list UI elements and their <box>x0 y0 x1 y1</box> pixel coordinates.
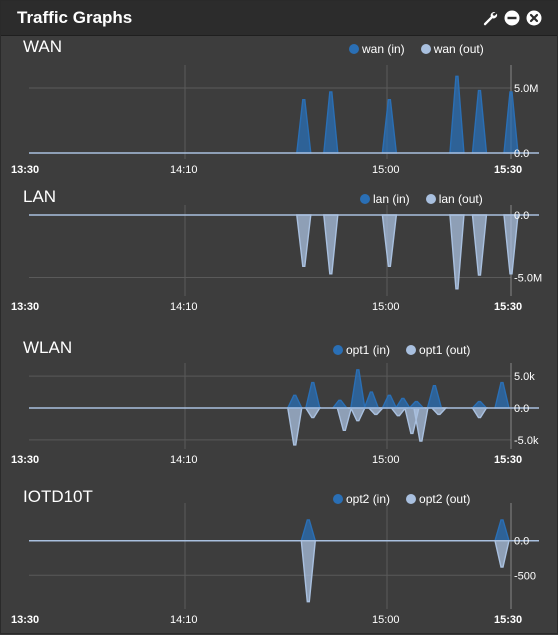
series-in-peak <box>286 394 303 409</box>
series-out-peak <box>413 407 429 442</box>
series-in-peak <box>503 91 519 154</box>
series-out-peak <box>323 214 339 275</box>
y-tick-label: 0.0 <box>514 403 529 415</box>
x-tick-label: 13:30 <box>11 164 39 176</box>
series-out-peak <box>471 407 488 419</box>
legend-item-in[interactable]: opt2 (in) <box>333 492 390 506</box>
x-tick-label: 14:10 <box>170 164 198 176</box>
graph-iotd10t: 0.0 -500 13:30 14:10 15:00 15:30 IOTD10T opt2… <box>1 485 557 635</box>
y-tick-label: 0.0 <box>514 536 529 548</box>
y-tick-label: -5.0k <box>514 435 539 447</box>
chart-iotd10t: 0.0 -500 13:30 14:10 15:00 15:30 <box>11 503 539 626</box>
series-out-peak <box>381 214 398 267</box>
series-out-peak <box>300 539 317 603</box>
series-in-peak <box>363 391 380 409</box>
series-in-peak <box>407 400 426 409</box>
series-out-peak <box>304 407 322 419</box>
legend-out-swatch <box>406 345 417 355</box>
series-in-peak <box>381 99 398 154</box>
x-tick-label: 13:30 <box>11 454 39 466</box>
series-out-peak <box>349 407 366 422</box>
graph-lan: 0.0 -5.0M 13:30 14:10 15:00 15:30 LAN lan (in… <box>1 185 557 335</box>
series-out-peak <box>503 214 519 275</box>
legend-item-in[interactable]: opt1 (in) <box>333 343 390 357</box>
legend-out-swatch <box>425 194 436 204</box>
panel-tools <box>481 9 543 27</box>
legend-in-swatch <box>333 345 343 355</box>
legend-item-out[interactable]: lan (out) <box>425 192 483 206</box>
chart-wlan: 5.0k 0.0 -5.0k 13:30 14:10 15:00 15:30 <box>11 363 539 466</box>
x-tick-label: 14:10 <box>170 454 198 466</box>
close-icon[interactable] <box>525 9 543 27</box>
x-tick-label: 15:30 <box>494 614 522 626</box>
series-out-peak <box>389 407 407 417</box>
legend-item-in[interactable]: wan (in) <box>349 42 405 56</box>
legend-in-swatch <box>349 44 359 54</box>
x-tick-label: 15:00 <box>372 301 400 313</box>
x-tick-label: 15:30 <box>494 164 522 176</box>
y-tick-label: 0.0 <box>514 210 529 222</box>
graph-title: WLAN <box>23 338 73 357</box>
series-out-peak <box>367 407 385 416</box>
series-in-peak <box>426 385 443 409</box>
series-out-peak <box>494 539 510 568</box>
series-in-peak <box>394 397 412 409</box>
x-tick-label: 14:10 <box>170 301 198 313</box>
legend: wan (in) wan (out) <box>349 42 484 56</box>
legend-item-out[interactable]: opt1 (out) <box>406 343 470 357</box>
series-in-peak <box>381 394 398 409</box>
series-in-peak <box>470 400 489 409</box>
legend-in-swatch <box>333 494 343 504</box>
chart-lan: 0.0 -5.0M 13:30 14:10 15:00 15:30 <box>11 205 542 313</box>
series-in-peak <box>304 381 321 409</box>
y-tick-label: 0.0 <box>514 148 529 160</box>
y-tick-label: 5.0M <box>514 83 538 95</box>
series-in-peak <box>350 369 366 409</box>
panel-title: Traffic Graphs <box>17 8 133 27</box>
wrench-icon[interactable] <box>481 9 499 27</box>
graph-wan: 5.0M 0.0 13:30 14:10 15:00 15:30 WAN wan (in)… <box>1 35 557 185</box>
graph-title: LAN <box>23 187 57 206</box>
graph-wlan: 5.0k 0.0 -5.0k 13:30 14:10 15:00 15:30 WLAN op… <box>1 335 557 485</box>
series-in-peak <box>494 381 510 409</box>
series-out-peak <box>295 214 312 267</box>
panel-header: Traffic Graphs <box>1 1 557 36</box>
x-tick-label: 13:30 <box>11 614 39 626</box>
traffic-graphs-panel: Traffic Graphs 5.0M 0.0 13:30 14:10 15:00 15:… <box>0 0 558 634</box>
x-tick-label: 15:00 <box>372 454 400 466</box>
series-in-peak <box>296 99 312 154</box>
x-tick-label: 14:10 <box>170 614 198 626</box>
graph-title: WAN <box>23 37 63 56</box>
series-out-peak <box>471 214 488 276</box>
legend-in-swatch <box>360 194 370 204</box>
series-in-peak <box>323 91 339 154</box>
legend: opt1 (in) opt1 (out) <box>333 343 470 357</box>
legend: lan (in) lan (out) <box>360 192 483 206</box>
legend-item-in[interactable]: lan (in) <box>360 192 410 206</box>
y-tick-label: 5.0k <box>514 371 535 383</box>
x-tick-label: 15:30 <box>494 301 522 313</box>
minimize-icon[interactable] <box>503 9 521 27</box>
series-out-peak <box>430 407 448 416</box>
x-tick-label: 13:30 <box>11 301 39 313</box>
y-tick-label: -5.0M <box>514 273 542 285</box>
series-in-peak <box>331 399 349 409</box>
chart-wan: 5.0M 0.0 13:30 14:10 15:00 15:30 <box>11 65 539 176</box>
series-in-peak <box>300 519 317 542</box>
graph-title: IOTD10T <box>23 487 93 506</box>
legend-out-swatch <box>406 494 417 504</box>
legend-item-out[interactable]: wan (out) <box>420 42 484 56</box>
legend-item-out[interactable]: opt2 (out) <box>406 492 470 506</box>
x-tick-label: 15:00 <box>372 164 400 176</box>
x-tick-label: 15:30 <box>494 454 522 466</box>
y-tick-label: -500 <box>514 570 536 582</box>
series-in-peak <box>471 89 488 154</box>
legend: opt2 (in) opt2 (out) <box>333 492 470 506</box>
series-out-peak <box>336 407 353 431</box>
legend-out-swatch <box>420 44 431 54</box>
series-in-peak <box>494 519 510 542</box>
x-tick-label: 15:00 <box>372 614 400 626</box>
